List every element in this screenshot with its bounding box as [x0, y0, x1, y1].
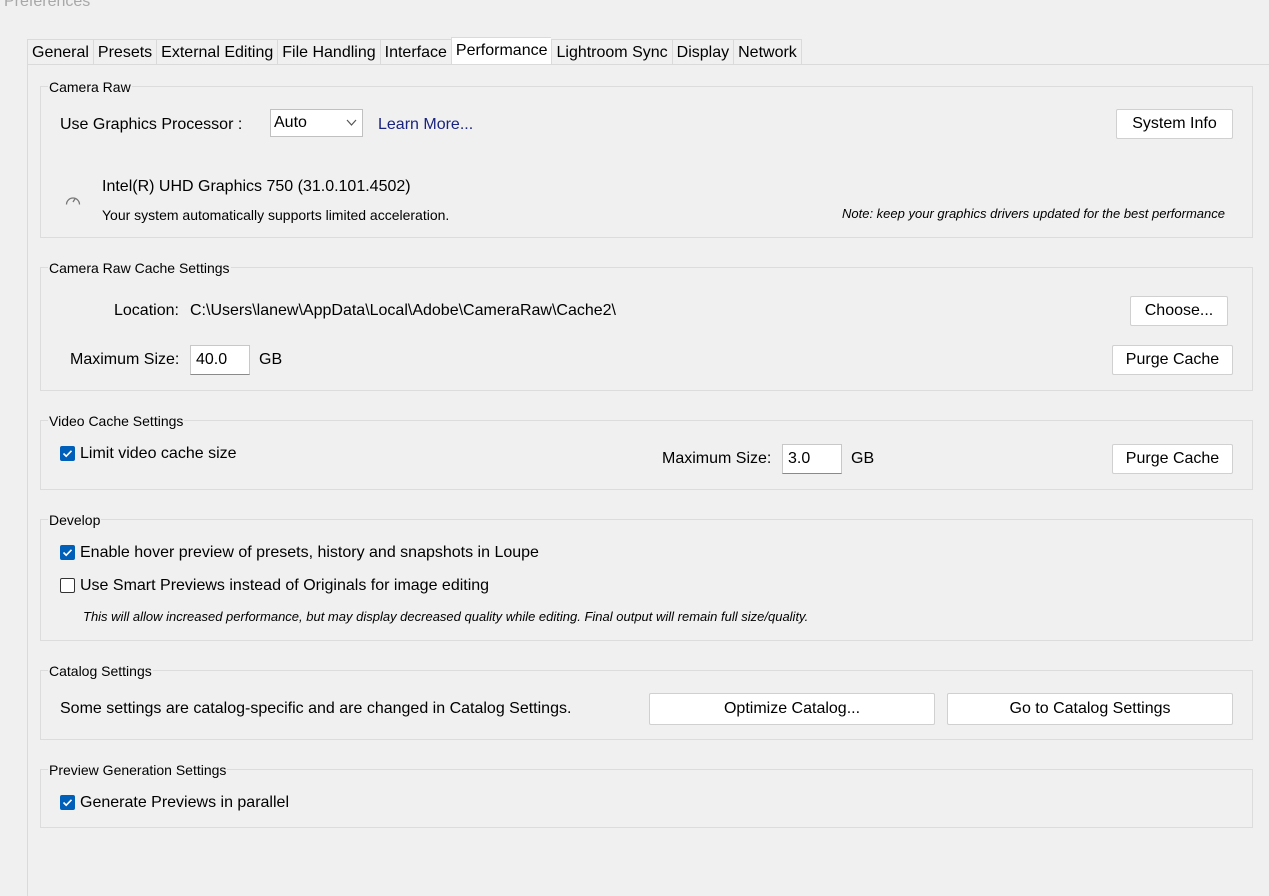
smart-previews-label[interactable]: Use Smart Previews instead of Originals … — [80, 577, 489, 595]
checkmark-icon — [62, 799, 73, 807]
camera-raw-title: Camera Raw — [48, 79, 132, 95]
tab-file-handling[interactable]: File Handling — [277, 39, 380, 67]
gpu-name: Intel(R) UHD Graphics 750 (31.0.101.4502… — [102, 178, 411, 195]
video-cache-unit: GB — [851, 450, 875, 467]
video-cache-title: Video Cache Settings — [48, 413, 185, 429]
camera-raw-cache-title: Camera Raw Cache Settings — [48, 260, 231, 276]
cache-max-size-label: Maximum Size: — [70, 351, 180, 368]
limit-video-cache-checkbox[interactable] — [60, 446, 75, 461]
checkmark-icon — [62, 549, 73, 557]
smart-previews-note: This will allow increased performance, b… — [83, 609, 809, 624]
chevron-down-icon — [346, 110, 357, 145]
catalog-settings-title: Catalog Settings — [48, 663, 153, 679]
purge-video-cache-button[interactable]: Purge Cache — [1112, 444, 1233, 474]
parallel-previews-checkbox[interactable] — [60, 795, 75, 810]
gpu-select[interactable]: Auto — [270, 109, 363, 137]
limit-video-cache-label[interactable]: Limit video cache size — [80, 445, 237, 463]
optimize-catalog-button[interactable]: Optimize Catalog... — [649, 693, 935, 725]
tab-performance[interactable]: Performance — [450, 37, 552, 66]
tab-lightroom-sync[interactable]: Lightroom Sync — [551, 39, 672, 67]
location-label: Location: — [114, 302, 179, 319]
purge-cache-button[interactable]: Purge Cache — [1112, 345, 1233, 375]
tab-interface[interactable]: Interface — [379, 39, 451, 67]
hover-preview-label[interactable]: Enable hover preview of presets, history… — [80, 544, 539, 562]
tab-general[interactable]: General — [27, 39, 93, 67]
smart-previews-checkbox[interactable] — [60, 578, 75, 593]
learn-more-link[interactable]: Learn More... — [378, 116, 473, 134]
tab-bar: General Presets External Editing File Ha… — [27, 37, 802, 67]
tab-display[interactable]: Display — [671, 39, 734, 67]
go-to-catalog-settings-button[interactable]: Go to Catalog Settings — [947, 693, 1233, 725]
gauge-icon — [64, 192, 82, 213]
catalog-settings-text: Some settings are catalog-specific and a… — [60, 700, 572, 717]
hover-preview-checkbox[interactable] — [60, 545, 75, 560]
tab-network[interactable]: Network — [733, 39, 802, 67]
gpu-select-value: Auto — [274, 114, 307, 131]
tab-external-editing[interactable]: External Editing — [156, 39, 278, 67]
video-max-size-input[interactable]: 3.0 — [782, 444, 842, 474]
gpu-label: Use Graphics Processor : — [60, 116, 243, 133]
preview-generation-title: Preview Generation Settings — [48, 762, 228, 778]
system-info-button[interactable]: System Info — [1116, 109, 1233, 139]
video-max-size-label: Maximum Size: — [662, 450, 772, 467]
checkmark-icon — [62, 450, 73, 458]
develop-title: Develop — [48, 512, 102, 528]
driver-note: Note: keep your graphics drivers updated… — [842, 206, 1225, 221]
acceleration-status: Your system automatically supports limit… — [102, 207, 450, 223]
location-path: C:\Users\lanew\AppData\Local\Adobe\Camer… — [190, 302, 616, 319]
choose-location-button[interactable]: Choose... — [1130, 296, 1228, 326]
cache-max-size-input[interactable]: 40.0 — [190, 345, 250, 375]
cache-unit: GB — [259, 351, 283, 368]
tab-presets[interactable]: Presets — [92, 39, 157, 67]
window-title: Preferences — [4, 0, 91, 10]
parallel-previews-label[interactable]: Generate Previews in parallel — [80, 794, 289, 812]
